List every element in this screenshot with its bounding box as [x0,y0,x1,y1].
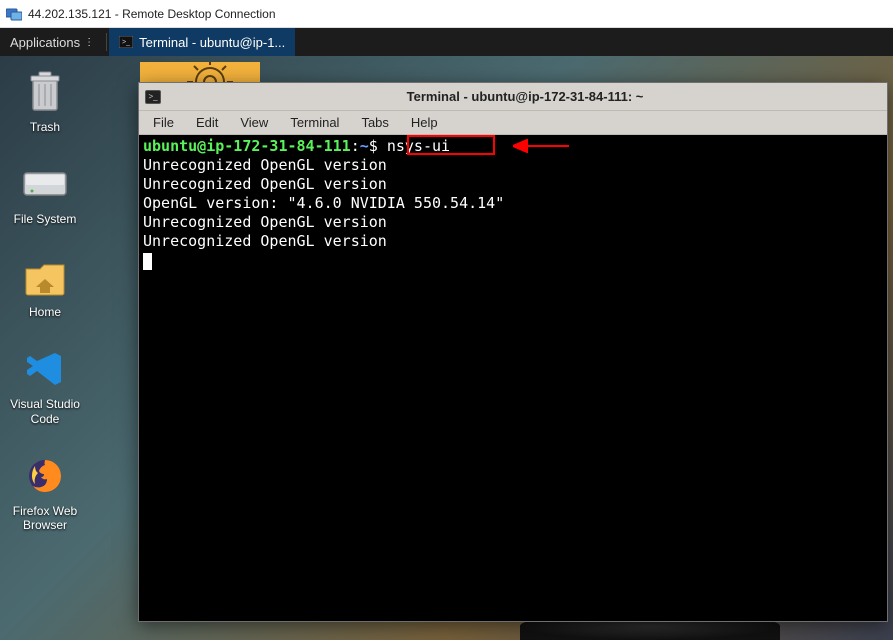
prompt-path: ~ [360,137,369,155]
prompt-userhost: ubuntu@ip-172-31-84-111 [143,137,351,155]
terminal-icon: >_ [119,36,133,48]
trash-icon [21,68,69,116]
terminal-command: nsys-ui [387,137,450,155]
menu-edit[interactable]: Edit [186,113,228,132]
terminal-cursor-line [143,251,883,270]
terminal-icon: >_ [145,90,161,104]
desktop-icon-label: Visual Studio Code [4,397,86,426]
rdc-title: 44.202.135.121 - Remote Desktop Connecti… [28,7,276,21]
menu-view[interactable]: View [230,113,278,132]
firefox-icon [21,452,69,500]
desktop-icon-home[interactable]: Home [21,253,69,319]
terminal-window: >_ Terminal - ubuntu@ip-172-31-84-111: ~… [138,82,888,622]
menu-terminal[interactable]: Terminal [280,113,349,132]
desktop-icon-label: File System [14,212,77,226]
applications-menu[interactable]: Applications ⋮ [0,28,104,56]
desktop-icon-firefox[interactable]: Firefox Web Browser [4,452,86,533]
desktop-icons-area: Trash File System Home Visual Studio Cod… [0,68,90,533]
menu-file[interactable]: File [143,113,184,132]
linux-top-panel: Applications ⋮ >_ Terminal - ubuntu@ip-1… [0,28,893,56]
home-folder-icon [21,253,69,301]
menu-tabs[interactable]: Tabs [351,113,398,132]
terminal-output-line: Unrecognized OpenGL version [143,175,883,194]
prompt-separator: : [351,137,360,155]
taskbar-item-label: Terminal - ubuntu@ip-1... [139,35,285,50]
prompt-dollar: $ [369,137,387,155]
desktop-icon-vscode[interactable]: Visual Studio Code [4,345,86,426]
terminal-window-title: Terminal - ubuntu@ip-172-31-84-111: ~ [169,89,881,104]
desktop-icon-label: Trash [30,120,60,134]
vscode-icon [21,345,69,393]
menu-help[interactable]: Help [401,113,448,132]
terminal-output-line: Unrecognized OpenGL version [143,213,883,232]
terminal-titlebar[interactable]: >_ Terminal - ubuntu@ip-172-31-84-111: ~ [139,83,887,111]
terminal-menubar: File Edit View Terminal Tabs Help [139,111,887,135]
applications-label: Applications [10,35,80,50]
svg-text:>_: >_ [122,39,130,46]
terminal-output-line: Unrecognized OpenGL version [143,156,883,175]
terminal-cursor [143,253,152,270]
remote-desktop-area: Applications ⋮ >_ Terminal - ubuntu@ip-1… [0,28,893,640]
desktop-icon-trash[interactable]: Trash [21,68,69,134]
harddrive-icon [21,160,69,208]
rdc-titlebar: 44.202.135.121 - Remote Desktop Connecti… [0,0,893,28]
panel-separator [106,33,107,51]
terminal-output-line: OpenGL version: "4.6.0 NVIDIA 550.54.14" [143,194,883,213]
terminal-body[interactable]: ubuntu@ip-172-31-84-111:~$ nsys-ui Unrec… [139,135,887,621]
terminal-output-line: Unrecognized OpenGL version [143,232,883,251]
terminal-prompt-line: ubuntu@ip-172-31-84-111:~$ nsys-ui [143,137,883,156]
menu-indicator-icon: ⋮ [84,37,94,48]
desktop-icon-label: Home [29,305,61,319]
desktop-icon-filesystem[interactable]: File System [14,160,77,226]
rdc-icon [6,7,22,21]
taskbar-item-terminal[interactable]: >_ Terminal - ubuntu@ip-1... [109,28,295,56]
desktop-icon-label: Firefox Web Browser [4,504,86,533]
